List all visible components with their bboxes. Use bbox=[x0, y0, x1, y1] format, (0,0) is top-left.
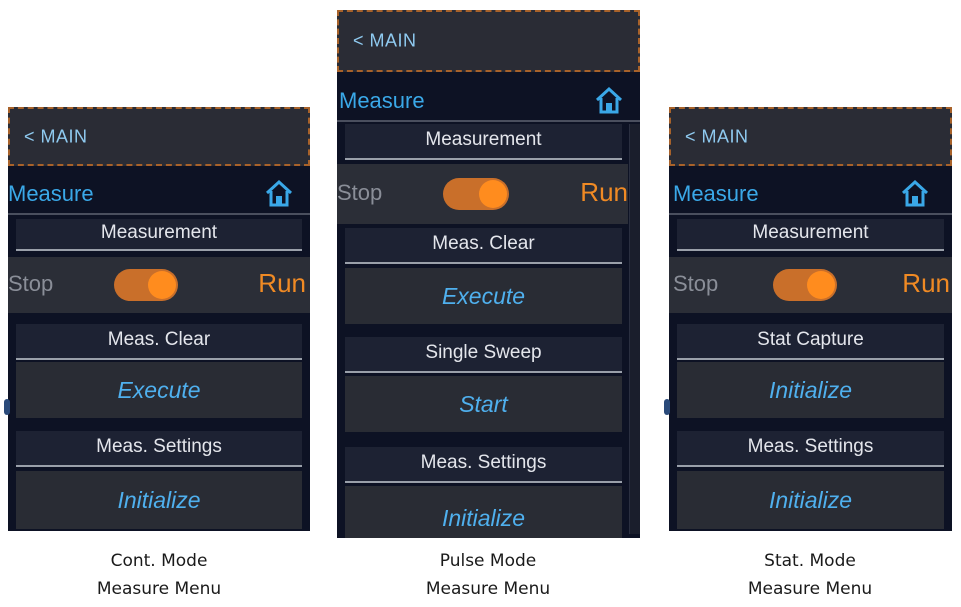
back-to-main-button[interactable]: < MAIN bbox=[685, 126, 749, 147]
title-divider bbox=[8, 213, 310, 215]
cont-mode-caption: Cont. Mode Measure Menu bbox=[39, 547, 279, 603]
home-icon[interactable] bbox=[264, 179, 294, 212]
execute-button[interactable]: Execute bbox=[345, 268, 622, 324]
page-title: Measure bbox=[8, 181, 94, 206]
meas-settings-header: Meas. Settings bbox=[345, 447, 622, 483]
page-title: Measure bbox=[339, 88, 425, 113]
stop-label: Stop bbox=[673, 271, 719, 296]
run-label: Run bbox=[902, 268, 950, 298]
toggle-knob bbox=[807, 271, 835, 299]
scrollbar-track[interactable] bbox=[629, 124, 640, 534]
home-icon[interactable] bbox=[594, 86, 624, 119]
stat-capture-header: Stat Capture bbox=[677, 324, 944, 360]
caption-menu: Measure Menu bbox=[96, 579, 222, 599]
single-sweep-header: Single Sweep bbox=[345, 337, 622, 373]
start-button[interactable]: Start bbox=[345, 376, 622, 432]
title-bar: Measure bbox=[8, 177, 310, 211]
meas-clear-header: Meas. Clear bbox=[16, 324, 302, 360]
title-divider bbox=[669, 213, 952, 215]
cont-mode-panel: < MAIN Measure Measurement Stop Run Meas… bbox=[8, 107, 310, 531]
measurement-control: Stop Run bbox=[8, 257, 310, 313]
pulse-mode-panel: < MAIN Measure Measurement Stop Run Meas… bbox=[337, 10, 640, 538]
main-back-bar[interactable]: < MAIN bbox=[8, 107, 310, 166]
initialize-button[interactable]: Initialize bbox=[16, 471, 302, 529]
initialize-button[interactable]: Initialize bbox=[677, 471, 944, 529]
run-label: Run bbox=[580, 177, 628, 207]
toggle-knob bbox=[479, 180, 507, 208]
stat-mode-panel: < MAIN Measure Measurement Stop Run Stat… bbox=[669, 107, 952, 531]
meas-clear-header: Meas. Clear bbox=[345, 228, 622, 264]
title-bar: Measure bbox=[669, 177, 952, 211]
measurement-header: Measurement bbox=[16, 219, 302, 251]
meas-settings-header: Meas. Settings bbox=[677, 431, 944, 467]
back-to-main-button[interactable]: < MAIN bbox=[24, 126, 88, 147]
run-stop-toggle[interactable] bbox=[114, 269, 178, 301]
panel-edge-marker bbox=[4, 399, 10, 415]
caption-menu: Measure Menu bbox=[747, 579, 873, 599]
meas-settings-header: Meas. Settings bbox=[16, 431, 302, 467]
main-back-bar[interactable]: < MAIN bbox=[669, 107, 952, 166]
toggle-knob bbox=[148, 271, 176, 299]
caption-mode: Pulse Mode bbox=[439, 551, 537, 571]
run-stop-toggle[interactable] bbox=[443, 178, 509, 210]
back-to-main-button[interactable]: < MAIN bbox=[353, 31, 417, 52]
initialize-button[interactable]: Initialize bbox=[345, 486, 622, 538]
caption-mode: Stat. Mode bbox=[764, 551, 856, 571]
pulse-mode-caption: Pulse Mode Measure Menu bbox=[368, 547, 608, 603]
run-stop-toggle[interactable] bbox=[773, 269, 837, 301]
page-title: Measure bbox=[673, 181, 759, 206]
main-back-bar[interactable]: < MAIN bbox=[337, 10, 640, 72]
initialize-capture-button[interactable]: Initialize bbox=[677, 362, 944, 418]
measurement-control: Stop Run bbox=[669, 257, 952, 313]
measurement-header: Measurement bbox=[677, 219, 944, 251]
measurement-header: Measurement bbox=[345, 124, 622, 160]
run-label: Run bbox=[258, 268, 306, 298]
caption-menu: Measure Menu bbox=[425, 579, 551, 599]
stop-label: Stop bbox=[337, 180, 383, 205]
execute-button[interactable]: Execute bbox=[16, 362, 302, 418]
home-icon[interactable] bbox=[900, 179, 930, 212]
title-bar: Measure bbox=[337, 84, 640, 118]
panel-edge-marker bbox=[664, 399, 670, 415]
stat-mode-caption: Stat. Mode Measure Menu bbox=[690, 547, 930, 603]
stop-label: Stop bbox=[8, 271, 54, 296]
measurement-control: Stop Run bbox=[337, 164, 628, 224]
title-divider bbox=[337, 120, 640, 122]
caption-mode: Cont. Mode bbox=[110, 551, 208, 571]
